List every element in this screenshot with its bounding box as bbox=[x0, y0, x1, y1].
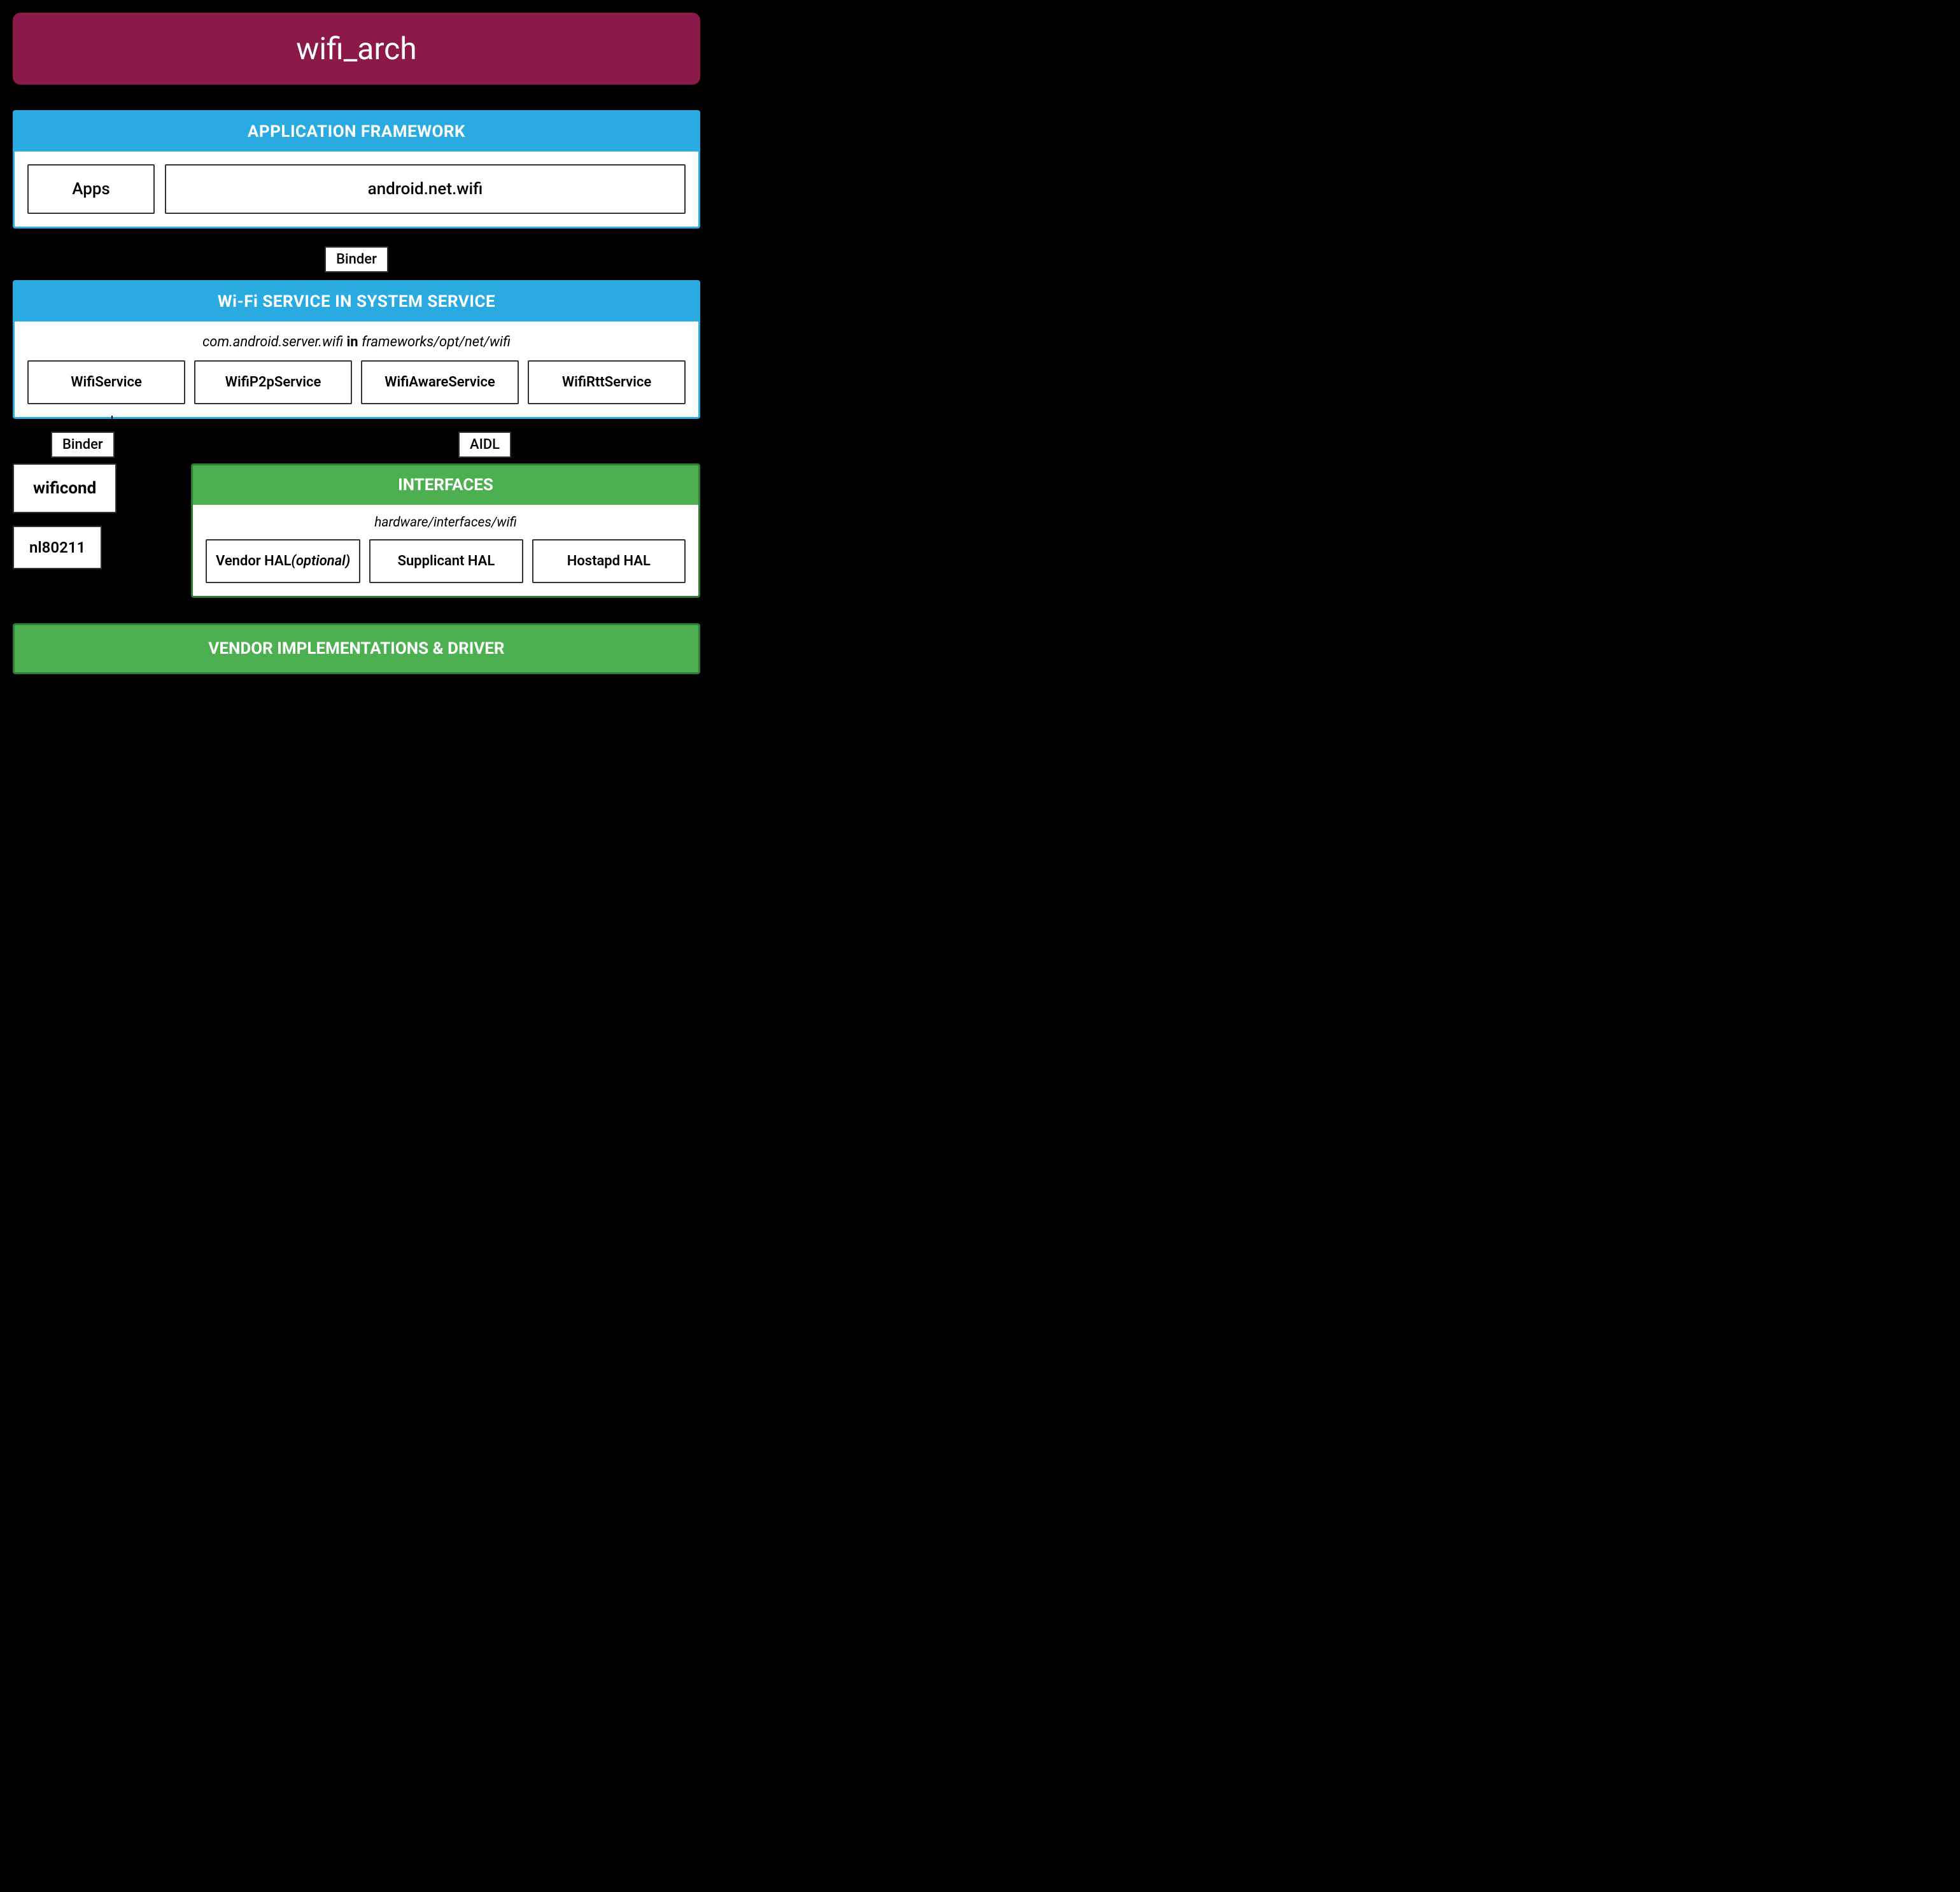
wifi-service-section: Wi-Fi SERVICE IN SYSTEM SERVICE com.andr… bbox=[13, 280, 700, 419]
interfaces-section: INTERFACES hardware/interfaces/wifi Vend… bbox=[191, 463, 700, 598]
aidl-container: AIDL bbox=[458, 432, 511, 458]
hostapd-hal-box: Hostapd HAL bbox=[532, 539, 686, 583]
vendor-hal-box: Vendor HAL (optional) bbox=[206, 539, 360, 583]
interfaces-header: INTERFACES bbox=[193, 465, 698, 505]
binder-left-container: Binder bbox=[51, 432, 115, 458]
wifi-service-header: Wi-Fi SERVICE IN SYSTEM SERVICE bbox=[15, 282, 698, 321]
supplicant-hal-box: Supplicant HAL bbox=[369, 539, 523, 583]
wificond-box: wificond bbox=[13, 463, 116, 513]
title-bar: wifi_arch bbox=[13, 13, 700, 85]
wifi-service-box: WifiService bbox=[27, 360, 185, 404]
wificond-col: wificond nl80211 bbox=[13, 463, 191, 598]
wifiaware-service-box: WifiAwareService bbox=[361, 360, 519, 404]
aidl-label: AIDL bbox=[458, 432, 511, 458]
apps-box: Apps bbox=[27, 164, 155, 214]
binder-left-label: Binder bbox=[51, 432, 115, 458]
wifirtt-service-box: WifiRttService bbox=[528, 360, 686, 404]
android-net-wifi-box: android.net.wifi bbox=[165, 164, 686, 214]
connector-row: Binder AIDL bbox=[13, 419, 700, 463]
wifi-service-subtitle: com.android.server.wifi in frameworks/op… bbox=[27, 334, 686, 350]
vendor-section: VENDOR IMPLEMENTATIONS & DRIVER bbox=[13, 623, 700, 674]
app-framework-section: APPLICATION FRAMEWORK Apps android.net.w… bbox=[13, 110, 700, 229]
interfaces-subtitle: hardware/interfaces/wifi bbox=[206, 515, 686, 530]
page-title: wifi_arch bbox=[296, 31, 417, 67]
binder-center-container: Binder bbox=[13, 229, 700, 280]
nl80211-box: nl80211 bbox=[13, 526, 102, 569]
lower-section: wificond nl80211 INTERFACES hardware/int… bbox=[13, 463, 700, 598]
wifip2p-service-box: WifiP2pService bbox=[194, 360, 352, 404]
app-framework-header: APPLICATION FRAMEWORK bbox=[15, 112, 698, 152]
binder-center-label: Binder bbox=[325, 246, 388, 272]
vendor-header: VENDOR IMPLEMENTATIONS & DRIVER bbox=[15, 625, 698, 672]
